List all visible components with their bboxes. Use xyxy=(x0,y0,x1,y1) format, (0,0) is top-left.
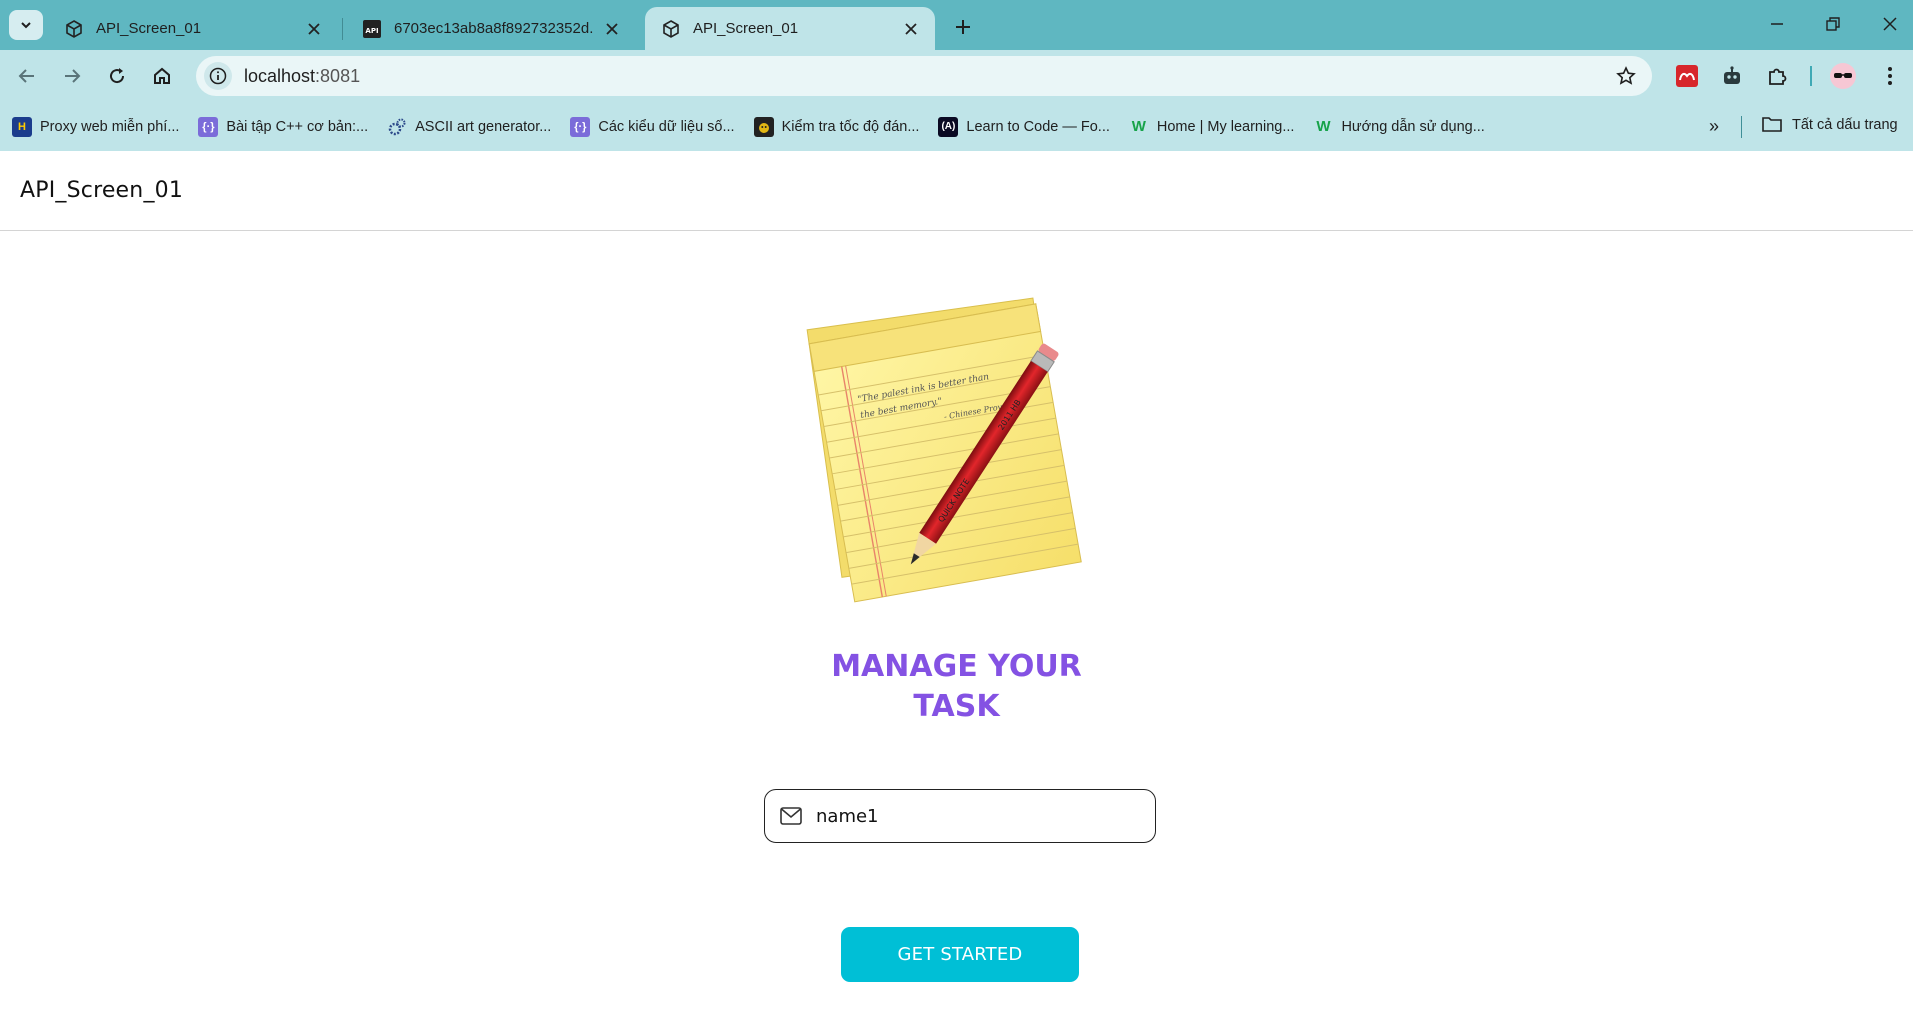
bookmark-item[interactable]: {·} Các kiểu dữ liệu số... xyxy=(570,116,735,137)
reload-icon xyxy=(110,68,125,84)
bookmark-item[interactable]: W Hướng dẫn sử dụng... xyxy=(1313,117,1485,137)
restore-button[interactable] xyxy=(1819,12,1847,36)
extension-mendeley[interactable] xyxy=(1673,62,1701,90)
extensions-button[interactable] xyxy=(1763,62,1791,90)
bookmark-item[interactable]: H Proxy web miễn phí... xyxy=(12,116,180,137)
all-bookmarks-label: Tất cả dấu trang xyxy=(1792,117,1898,133)
minimize-icon xyxy=(1771,23,1783,25)
bookmark-item[interactable]: Kiểm tra tốc độ đán... xyxy=(753,116,920,137)
tab-separator xyxy=(342,18,343,40)
arrow-right-icon xyxy=(65,69,81,83)
hidemy-icon: H xyxy=(12,116,32,137)
gears-icon xyxy=(387,117,407,137)
bookmark-label: Các kiểu dữ liệu số... xyxy=(598,118,735,135)
reload-button[interactable] xyxy=(103,62,131,90)
robot-icon xyxy=(1724,66,1740,84)
app-header: API_Screen_01 xyxy=(0,151,1913,231)
w3schools-icon: W xyxy=(1316,118,1331,135)
bookmark-label: Proxy web miễn phí... xyxy=(40,118,180,135)
page-title: API_Screen_01 xyxy=(20,178,184,203)
code-braces-icon: {·} xyxy=(198,116,219,137)
browser-menu-button[interactable] xyxy=(1876,62,1904,90)
headline: MANAGE YOUR TASK xyxy=(0,647,1913,727)
code-braces-icon: {·} xyxy=(570,116,591,137)
address-bar[interactable]: localhost:8081 xyxy=(196,56,1652,96)
folder-icon xyxy=(1762,115,1784,135)
get-started-button[interactable]: GET STARTED xyxy=(841,927,1079,982)
cube-icon xyxy=(661,19,681,39)
site-info-icon[interactable] xyxy=(204,62,232,90)
browser-toolbar: localhost:8081 xyxy=(0,50,1913,102)
tab-strip: API_Screen_01 API 6703ec13ab8a8f89273235… xyxy=(0,0,1913,50)
mendeley-icon xyxy=(1676,65,1698,87)
bookmark-item[interactable]: W Home | My learning... xyxy=(1129,117,1295,137)
bookmark-star-icon[interactable] xyxy=(1614,64,1638,88)
bookmark-item[interactable]: (A) Learn to Code — Fo... xyxy=(938,116,1110,137)
new-tab-button[interactable] xyxy=(950,14,976,40)
profile-avatar[interactable] xyxy=(1829,62,1857,90)
minimize-button[interactable] xyxy=(1763,12,1791,36)
url-port: :8081 xyxy=(315,65,361,86)
all-bookmarks-button[interactable]: Tất cả dấu trang xyxy=(1762,115,1898,135)
home-icon xyxy=(154,67,170,84)
extension-robot[interactable] xyxy=(1718,62,1746,90)
name-field[interactable] xyxy=(764,789,1156,843)
bookmark-item[interactable]: {·} Bài tập C++ cơ bản:... xyxy=(198,116,369,137)
restore-icon xyxy=(1826,17,1840,31)
toolbar-divider xyxy=(1810,66,1812,86)
bookmark-label: Hướng dẫn sử dụng... xyxy=(1341,118,1485,135)
freecodecamp-icon: (A) xyxy=(938,116,959,137)
svg-text:API: API xyxy=(365,27,378,35)
url-host: localhost xyxy=(244,65,316,86)
mockapi-icon: API xyxy=(362,19,382,39)
bookmarks-overflow-button[interactable]: » xyxy=(1702,114,1726,138)
forward-button[interactable] xyxy=(58,62,86,90)
bookmark-label: Learn to Code — Fo... xyxy=(966,118,1110,135)
tab-title: 6703ec13ab8a8f892732352d.m xyxy=(394,20,594,37)
bookmark-label: Home | My learning... xyxy=(1156,118,1295,135)
tab-title: API_Screen_01 xyxy=(693,20,799,37)
home-button[interactable] xyxy=(148,62,176,90)
url-text: localhost:8081 xyxy=(244,66,360,87)
main-content: "The palest ink is better than the best … xyxy=(0,231,1913,1017)
tab-title: API_Screen_01 xyxy=(96,20,202,37)
avatar-icon xyxy=(1830,63,1856,89)
tab-api-screen-1[interactable]: API_Screen_01 xyxy=(48,7,338,50)
close-icon xyxy=(1883,17,1897,31)
w3schools-icon: W xyxy=(1131,118,1146,135)
tab-api-screen-active[interactable]: API_Screen_01 xyxy=(645,7,935,50)
bookmarks-divider xyxy=(1741,116,1742,138)
bookmark-label: Bài tập C++ cơ bản:... xyxy=(226,118,369,135)
arrow-left-icon xyxy=(18,69,34,83)
chevron-down-icon xyxy=(21,22,31,29)
back-button[interactable] xyxy=(13,62,41,90)
cube-icon xyxy=(64,19,84,39)
bookmark-label: ASCII art generator... xyxy=(415,118,552,135)
mail-icon xyxy=(778,803,804,829)
plus-icon xyxy=(956,20,970,34)
bookmark-item[interactable]: ASCII art generator... xyxy=(387,117,551,137)
name-input[interactable] xyxy=(816,805,1136,827)
tab-search-button[interactable] xyxy=(9,10,43,40)
bookmarks-bar: H Proxy web miễn phí... {·} Bài tập C++ … xyxy=(0,102,1913,151)
browser-chrome: API_Screen_01 API 6703ec13ab8a8f89273235… xyxy=(0,0,1913,151)
more-vert-icon xyxy=(1888,67,1892,85)
headline-line-1: MANAGE YOUR xyxy=(831,649,1082,684)
bookmark-label: Kiểm tra tốc độ đán... xyxy=(781,118,920,135)
close-icon[interactable] xyxy=(304,19,324,39)
puzzle-icon xyxy=(1769,68,1787,85)
close-window-button[interactable] xyxy=(1876,12,1904,36)
notepad-pencil-illustration: "The palest ink is better than the best … xyxy=(806,297,1082,603)
monkeytype-icon xyxy=(753,116,774,137)
tab-mockapi[interactable]: API 6703ec13ab8a8f892732352d.m xyxy=(346,7,636,50)
headline-line-2: TASK xyxy=(913,689,1000,724)
close-icon[interactable] xyxy=(602,19,622,39)
close-icon[interactable] xyxy=(901,19,921,39)
